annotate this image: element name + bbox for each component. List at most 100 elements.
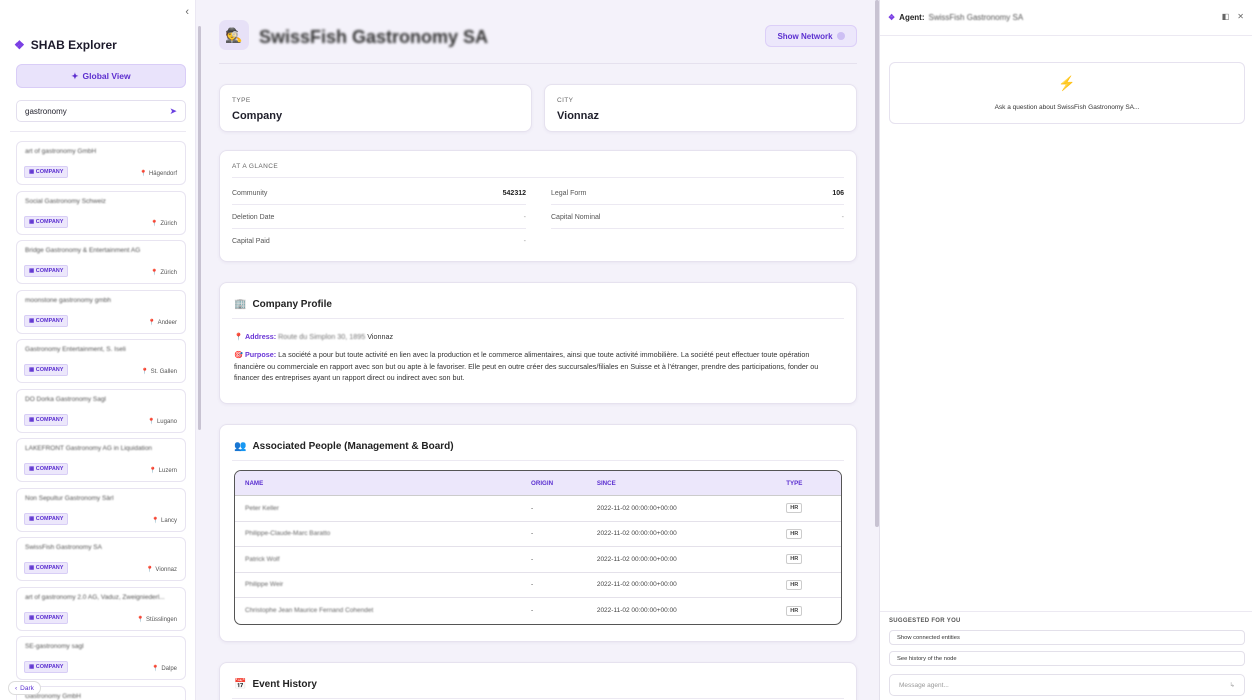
at-a-glance-card: AT A GLANCE Community 542312 Legal Form … — [219, 150, 857, 262]
divider — [232, 204, 526, 205]
divider — [880, 35, 1252, 36]
person-since: 2022-11-02 00:00:00+00:00 — [596, 607, 677, 615]
person-origin: - — [531, 530, 534, 538]
chevron-left-icon: ‹ — [15, 684, 18, 692]
col-since[interactable]: SINCE — [597, 480, 786, 487]
address-label: Address: — [244, 332, 277, 341]
purpose-label: Purpose: — [244, 350, 277, 359]
sidebar: ‹ ❖ SHAB Explorer ✦ Global View gastrono… — [0, 0, 196, 700]
table-row[interactable]: Philippe-Claude-Marc Baratto - 2022-11-0… — [235, 522, 841, 547]
suggestion-connected-entities[interactable]: Show connected entities — [889, 630, 1245, 645]
item-location: 📍 Zürich — [150, 220, 177, 227]
col-name[interactable]: NAME — [235, 480, 531, 487]
item-location: 📍 Dalpe — [151, 666, 177, 672]
address-city: Vionnaz — [367, 332, 394, 341]
company-profile-card: 🏢 Company Profile 📍 Address: Route du Si… — [219, 282, 857, 404]
list-item[interactable]: Non Sepultur Gastronomy Sàrl ▦ COMPANY 📍… — [16, 487, 186, 532]
divider — [551, 228, 844, 229]
profile-title: 🏢 Company Profile — [234, 299, 332, 310]
person-type: HR — [786, 503, 841, 514]
list-item[interactable]: DO Dorka Gastronomy Sagl ▦ COMPANY 📍 Luga… — [16, 388, 186, 433]
deletion-date-label: Deletion Date — [232, 214, 275, 221]
list-item[interactable]: Social Gastronomy Schweiz ▦ COMPANY 📍 Zür… — [16, 190, 186, 235]
people-table: NAME ORIGIN SINCE TYPE Peter Keller - 20… — [234, 470, 842, 625]
main-content: 🕵 SwissFish Gastronomy SA Show Network T… — [203, 0, 873, 700]
community-value: 542312 — [502, 190, 526, 197]
panel-toggle-icon[interactable]: ◧ — [1222, 12, 1230, 21]
item-location: 📍 Stüsslingen — [136, 616, 177, 623]
list-item[interactable]: art of gastronomy GmbH ▦ COMPANY 📍 Hägend… — [16, 141, 186, 185]
city-card: CITY Vionnaz — [544, 84, 857, 132]
divider — [232, 318, 844, 319]
company-badge: ▦ COMPANY — [24, 463, 69, 475]
list-item[interactable]: SE-gastronomy sagl ▦ COMPANY 📍 Dalpe — [16, 636, 186, 680]
message-placeholder: Message agent... — [899, 681, 949, 689]
list-item[interactable]: art of gastronomy 2.0 AG, Vaduz, Zweigni… — [16, 586, 186, 631]
item-location: 📍 St. Gallen — [141, 369, 177, 375]
person-name: Christophe Jean Maurice Fernand Cohendet — [245, 607, 374, 615]
item-location: 📍 Lugano — [147, 418, 177, 425]
search-input[interactable]: gastronomy ➤ — [16, 100, 186, 122]
company-badge: ▦ COMPANY — [24, 562, 69, 574]
item-name: Gastronomy GmbH — [25, 692, 81, 700]
table-row[interactable]: Patrick Wolf - 2022-11-02 00:00:00+00:00… — [235, 547, 841, 573]
item-name: SwissFish Gastronomy SA — [25, 544, 102, 551]
pin-icon: 📍 — [151, 517, 159, 524]
close-icon[interactable]: ✕ — [1237, 12, 1244, 21]
dark-mode-label: Dark — [20, 684, 34, 692]
pin-icon: 📍 — [149, 468, 157, 474]
divider — [880, 611, 1252, 612]
events-title: 📅 Event History — [234, 679, 317, 690]
item-location: 📍 Hägendorf — [139, 171, 177, 177]
global-view-button[interactable]: ✦ Global View — [16, 64, 186, 88]
col-type[interactable]: TYPE — [786, 480, 841, 487]
list-item[interactable]: moonstone gastronomy gmbh ▦ COMPANY 📍 And… — [16, 289, 186, 334]
person-origin: - — [531, 581, 534, 589]
list-item[interactable]: LAKEFRONT Gastronomy AG in Liquidation ▦… — [16, 438, 186, 482]
agent-header: ❖ Agent: SwissFish Gastronomy SA — [888, 13, 1023, 22]
search-value: gastronomy — [25, 106, 67, 116]
send-arrow-icon[interactable]: ↳ — [1230, 681, 1235, 689]
capital-nominal-value: - — [841, 214, 844, 221]
collapse-sidebar-button[interactable]: ‹ — [185, 6, 189, 18]
person-name: Philippe-Claude-Marc Baratto — [245, 530, 331, 538]
message-input[interactable]: Message agent... ↳ — [889, 674, 1245, 696]
table-row[interactable]: Philippe Weir - 2022-11-02 00:00:00+00:0… — [235, 573, 841, 598]
item-location: 📍 Andeer — [148, 319, 177, 326]
capital-nominal-label: Capital Nominal — [551, 214, 601, 221]
pin-icon: 📍 — [150, 220, 159, 227]
dark-mode-toggle[interactable]: ‹ Dark — [8, 681, 41, 695]
sparkle-icon: ✦ — [71, 70, 79, 81]
lightning-icon: ⚡ — [1058, 75, 1076, 91]
person-type: HR — [786, 528, 841, 539]
pin-icon: 📍 — [151, 666, 160, 672]
table-row[interactable]: Peter Keller - 2022-11-02 00:00:00+00:00… — [235, 496, 841, 522]
person-origin: - — [531, 607, 534, 615]
list-item[interactable]: Gastronomy Entertainment, S. Iseli ▦ COM… — [16, 339, 186, 383]
sidebar-scrollbar[interactable] — [198, 26, 201, 430]
pin-icon: 📍 — [147, 418, 155, 425]
list-item[interactable]: Bridge Gastronomy & Entertainment AG ▦ C… — [16, 240, 186, 284]
pin-icon: 📍 — [234, 332, 243, 341]
col-origin[interactable]: ORIGIN — [531, 480, 597, 487]
show-network-button[interactable]: Show Network — [765, 25, 857, 47]
global-view-label: Global View — [82, 71, 131, 81]
agent-panel: ❖ Agent: SwissFish Gastronomy SA ◧ ✕ ⚡ A… — [879, 0, 1252, 700]
capital-paid-value: - — [523, 238, 526, 245]
list-item[interactable]: SwissFish Gastronomy SA ▦ COMPANY 📍 Vionn… — [16, 537, 186, 581]
people-title: 👥 Associated People (Management & Board) — [234, 441, 454, 452]
person-name: Peter Keller — [245, 504, 279, 512]
company-badge: ▦ COMPANY — [24, 364, 69, 376]
person-type: HR — [786, 605, 841, 616]
purpose-line: 🎯 Purpose: La société a pour but toute a… — [234, 349, 842, 384]
capital-paid-label: Capital Paid — [232, 238, 270, 245]
table-row[interactable]: Christophe Jean Maurice Fernand Cohendet… — [235, 598, 841, 624]
send-icon[interactable]: ➤ — [169, 106, 177, 117]
suggestion-node-history[interactable]: See history of the node — [889, 651, 1245, 666]
diamond-icon: ❖ — [14, 38, 25, 52]
agent-subject: SwissFish Gastronomy SA — [928, 13, 1024, 22]
list-item[interactable]: Gastronomy GmbH — [16, 685, 186, 700]
agent-controls: ◧ ✕ — [1222, 12, 1244, 21]
company-badge: ▦ COMPANY — [24, 265, 69, 277]
results-list: art of gastronomy GmbH ▦ COMPANY 📍 Hägend… — [16, 141, 186, 700]
